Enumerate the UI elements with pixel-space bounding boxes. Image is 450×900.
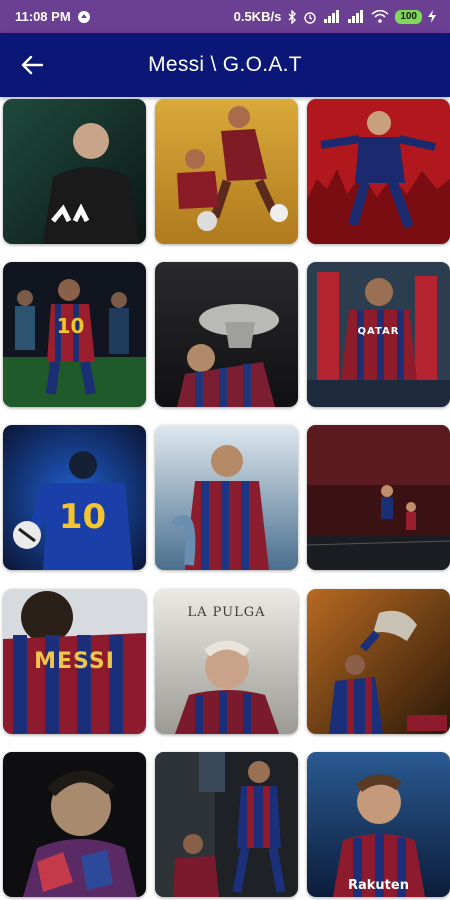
wallpaper-thumbnail[interactable] (3, 99, 146, 244)
wallpaper-thumbnail[interactable]: LA PULGA (155, 588, 298, 734)
wallpaper-thumbnail[interactable]: QATAR (307, 262, 450, 408)
signal-icon (323, 10, 341, 23)
wallpaper-thumbnail[interactable] (307, 588, 450, 734)
wallpaper-thumbnail[interactable] (155, 425, 298, 571)
alarm-icon (303, 10, 317, 24)
signal-icon-2 (347, 10, 365, 23)
status-time: 11:08 PM (15, 9, 71, 24)
wallpaper-thumbnail[interactable]: MESSI (3, 588, 146, 734)
wallpaper-thumbnail[interactable]: 10 (3, 425, 146, 571)
wifi-icon (371, 10, 389, 23)
wallpaper-thumbnail[interactable] (3, 751, 146, 897)
wallpaper-thumbnail[interactable] (155, 262, 298, 408)
network-speed: 0.5KB/s (233, 9, 282, 24)
battery-indicator: 100 (395, 9, 422, 24)
app-bar: Messi \ G.O.A.T (0, 33, 450, 97)
wallpaper-thumbnail[interactable] (155, 99, 298, 244)
bluetooth-icon (287, 9, 297, 24)
status-right: 0.5KB/s 100 (234, 9, 436, 24)
wallpaper-grid: 10 QATAR 10 MESSI LA PULGA Rakuten (0, 97, 450, 900)
page-title: Messi \ G.O.A.T (148, 53, 302, 76)
wallpaper-thumbnail[interactable] (155, 751, 298, 897)
back-button[interactable] (14, 47, 50, 83)
wallpaper-thumbnail[interactable]: 10 (3, 262, 146, 408)
notification-icon (77, 10, 91, 24)
status-left: 11:08 PM (15, 9, 91, 24)
wallpaper-thumbnail[interactable] (307, 99, 450, 244)
wallpaper-thumbnail[interactable] (307, 425, 450, 571)
status-bar: 11:08 PM 0.5KB/s 100 (0, 0, 450, 33)
wallpaper-thumbnail[interactable]: Rakuten (307, 751, 450, 897)
arrow-left-icon (21, 55, 43, 75)
charging-icon (428, 10, 436, 23)
